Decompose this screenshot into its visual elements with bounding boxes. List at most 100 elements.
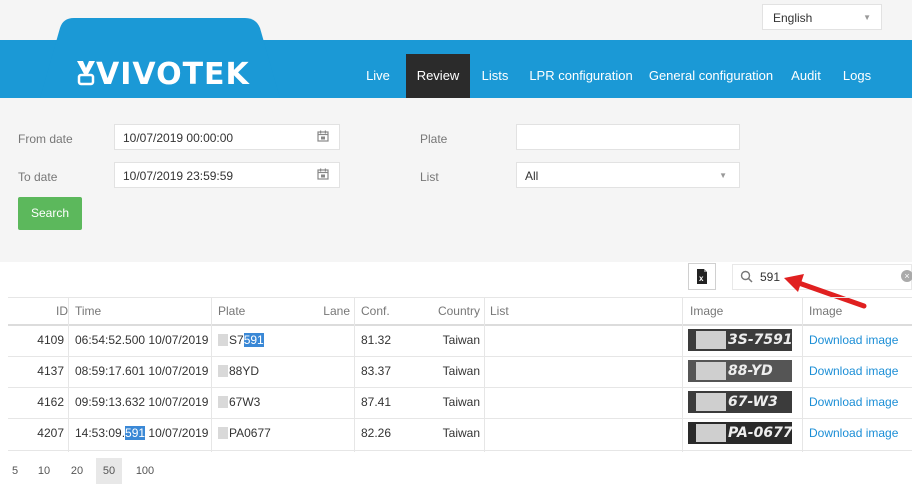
- column-divider: [484, 298, 485, 452]
- col-header-image-download[interactable]: Image: [809, 298, 842, 324]
- plate-image-text: 88-YD: [728, 363, 773, 379]
- row-divider: [8, 450, 912, 451]
- excel-icon: x: [697, 269, 707, 284]
- time-highlight: 591: [125, 426, 146, 440]
- search-icon: [740, 270, 753, 283]
- list-label: List: [420, 170, 439, 184]
- plate-image-text: PA-0677: [728, 425, 792, 441]
- col-header-country[interactable]: Country: [428, 298, 480, 324]
- col-header-plate[interactable]: Plate: [218, 298, 245, 324]
- plate-image[interactable]: PA-0677: [688, 422, 792, 444]
- cell-id: 4207: [37, 426, 64, 440]
- vivotek-logo-icon: [77, 61, 95, 86]
- redacted-mark: [218, 365, 228, 377]
- nav-lists[interactable]: Lists: [476, 54, 514, 98]
- plate-text: 88YD: [229, 364, 260, 378]
- cell-plate: 88YD: [218, 356, 259, 387]
- cell-id: 4109: [37, 333, 64, 347]
- cell-time: 06:54:52.500 10/07/2019: [75, 333, 209, 347]
- cell-conf: 83.37: [361, 364, 392, 378]
- from-date-label: From date: [18, 132, 73, 146]
- redacted-mark: [218, 396, 228, 408]
- cell-plate: PA0677: [218, 418, 271, 449]
- time-text: 14:53:09.: [75, 426, 126, 440]
- to-date-label: To date: [18, 170, 58, 184]
- cell-conf: 81.32: [361, 333, 392, 347]
- plate-image[interactable]: 88-YD: [688, 360, 792, 382]
- nav-review[interactable]: Review: [406, 54, 470, 98]
- to-date-input[interactable]: 10/07/2019 23:59:59: [114, 162, 340, 188]
- plate-text: S7: [229, 333, 244, 347]
- page-size-100[interactable]: 100: [130, 458, 160, 484]
- brand-logo: VIVOTEK: [96, 57, 250, 92]
- page-size-10[interactable]: 10: [34, 458, 54, 484]
- nav-lpr-configuration[interactable]: LPR configuration: [522, 54, 640, 98]
- redacted-mark: [696, 331, 726, 349]
- chevron-down-icon: ▼: [719, 171, 727, 180]
- to-date-value: 10/07/2019 23:59:59: [123, 169, 234, 183]
- redacted-mark: [696, 362, 726, 380]
- cell-country: Taiwan: [442, 333, 480, 347]
- clear-icon[interactable]: ×: [901, 270, 912, 282]
- list-select-value: All: [525, 169, 539, 183]
- column-divider: [68, 298, 69, 452]
- col-header-time[interactable]: Time: [75, 298, 101, 324]
- column-divider: [211, 298, 212, 452]
- cell-time: 08:59:17.601 10/07/2019: [75, 364, 209, 378]
- language-select[interactable]: English ▼: [762, 4, 882, 30]
- plate-text: PA0677: [229, 426, 271, 440]
- language-value: English: [773, 11, 813, 25]
- svg-text:x: x: [699, 274, 704, 283]
- cell-country: Taiwan: [442, 364, 480, 378]
- download-image-link[interactable]: Download image: [809, 387, 898, 418]
- column-divider: [682, 298, 683, 452]
- plate-image[interactable]: 67-W3: [688, 391, 792, 413]
- plate-image-text: 3S-7591: [728, 332, 792, 348]
- list-select[interactable]: All ▼: [516, 162, 740, 188]
- nav-general-configuration[interactable]: General configuration: [646, 54, 776, 98]
- plate-text: 67W3: [229, 395, 261, 409]
- plate-highlight: 591: [243, 333, 264, 347]
- plate-input[interactable]: [516, 124, 740, 150]
- calendar-icon[interactable]: [317, 130, 329, 142]
- cell-id: 4162: [37, 395, 64, 409]
- cell-country: Taiwan: [442, 395, 480, 409]
- calendar-icon[interactable]: [317, 168, 329, 180]
- redacted-mark: [218, 334, 228, 346]
- cell-time: 14:53:09.591 10/07/2019: [75, 418, 208, 449]
- redacted-mark: [696, 393, 726, 411]
- download-image-link[interactable]: Download image: [809, 418, 898, 449]
- col-header-conf[interactable]: Conf.: [361, 298, 390, 324]
- nav-live[interactable]: Live: [356, 54, 400, 98]
- cell-plate: 67W3: [218, 387, 260, 418]
- col-header-list[interactable]: List: [490, 298, 509, 324]
- column-divider: [802, 298, 803, 452]
- page-size-50[interactable]: 50: [96, 458, 122, 484]
- plate-image-text: 67-W3: [728, 394, 778, 410]
- cell-id: 4137: [37, 364, 64, 378]
- page-size-20[interactable]: 20: [66, 458, 88, 484]
- col-header-lane[interactable]: Lane: [314, 298, 350, 324]
- cell-time: 09:59:13.632 10/07/2019: [75, 395, 209, 409]
- col-header-image[interactable]: Image: [690, 298, 723, 324]
- download-image-link[interactable]: Download image: [809, 356, 898, 387]
- redacted-mark: [218, 427, 228, 439]
- search-button[interactable]: Search: [18, 197, 82, 230]
- plate-image[interactable]: 3S-7591: [688, 329, 792, 351]
- nav-audit[interactable]: Audit: [786, 54, 826, 98]
- export-excel-button[interactable]: x: [688, 263, 716, 290]
- cell-conf: 87.41: [361, 395, 392, 409]
- nav-logs[interactable]: Logs: [834, 54, 880, 98]
- cell-conf: 82.26: [361, 426, 392, 440]
- page-size-5[interactable]: 5: [8, 458, 22, 484]
- from-date-input[interactable]: 10/07/2019 00:00:00: [114, 124, 340, 150]
- cell-country: Taiwan: [442, 426, 480, 440]
- table-filter-value: 591: [760, 270, 781, 284]
- time-text: 10/07/2019: [145, 426, 209, 440]
- col-header-id[interactable]: ID: [42, 298, 68, 324]
- chevron-down-icon: ▼: [863, 13, 871, 22]
- redacted-mark: [696, 424, 726, 442]
- download-image-link[interactable]: Download image: [809, 325, 898, 356]
- cell-plate: S7591: [218, 325, 264, 356]
- plate-label: Plate: [420, 132, 448, 146]
